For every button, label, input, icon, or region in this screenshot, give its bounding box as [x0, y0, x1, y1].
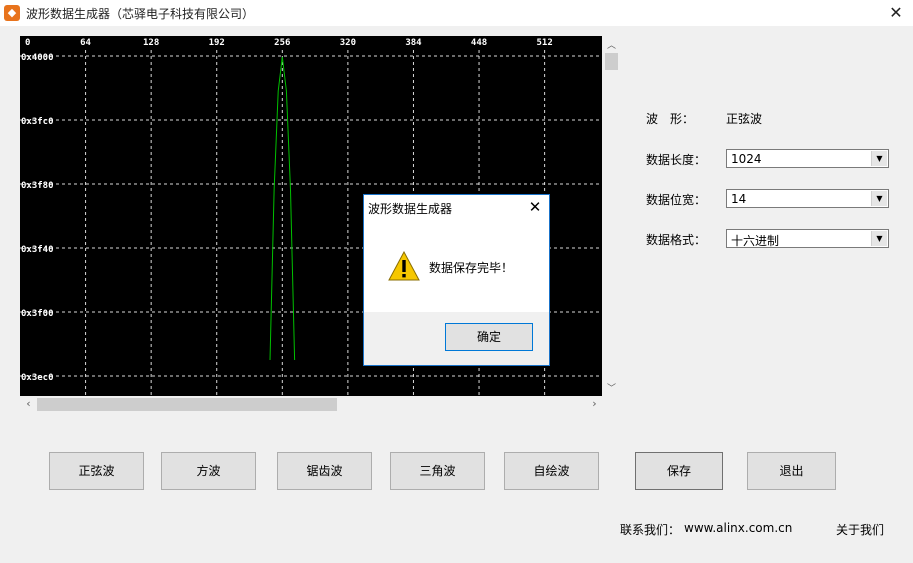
x-tick-label: 64	[80, 38, 91, 48]
scroll-left-icon[interactable]: ‹	[20, 397, 37, 410]
data-width-value: 14	[731, 192, 747, 206]
plot-vertical-scrollbar[interactable]: ︿ ﹀	[603, 36, 620, 396]
y-tick-label: 0x3f40	[21, 245, 54, 255]
sine-wave-button[interactable]: 正弦波	[49, 452, 144, 490]
data-length-value: 1024	[731, 152, 762, 166]
dialog-close-button[interactable]: ✕	[525, 197, 545, 217]
y-tick-label: 0x3f80	[21, 181, 54, 191]
chevron-down-icon[interactable]: ▼	[871, 151, 887, 166]
horizontal-scroll-thumb[interactable]	[37, 398, 337, 411]
wave-type-value: 正弦波	[726, 112, 763, 126]
scroll-up-icon[interactable]: ︿	[603, 38, 620, 51]
data-format-select[interactable]: 十六进制 ▼	[726, 229, 889, 248]
square-wave-button[interactable]: 方波	[161, 452, 256, 490]
data-width-label: 数据位宽：	[646, 193, 707, 207]
data-length-select[interactable]: 1024 ▼	[726, 149, 889, 168]
contact-url: www.alinx.com.cn	[684, 521, 793, 535]
save-complete-dialog: 波形数据生成器 ✕ 数据保存完毕！ 确定	[363, 194, 550, 366]
plot-horizontal-scrollbar[interactable]: ‹ ›	[20, 396, 603, 413]
data-width-select[interactable]: 14 ▼	[726, 189, 889, 208]
x-tick-label: 448	[471, 38, 487, 48]
dialog-ok-button[interactable]: 确定	[445, 323, 533, 351]
chevron-down-icon[interactable]: ▼	[871, 231, 887, 246]
window-title: 波形数据生成器（芯驿电子科技有限公司）	[26, 7, 255, 21]
window-close-button[interactable]: ✕	[885, 3, 907, 23]
vertical-scroll-thumb[interactable]	[605, 53, 618, 70]
x-tick-label: 192	[209, 38, 225, 48]
wave-type-label: 波 形：	[646, 112, 695, 126]
dialog-message: 数据保存完毕！	[429, 261, 514, 275]
x-tick-label: 128	[143, 38, 159, 48]
x-tick-label: 384	[405, 38, 422, 48]
sawtooth-wave-button[interactable]: 锯齿波	[277, 452, 372, 490]
y-tick-label: 0x3fc0	[21, 117, 54, 127]
y-tick-label: 0x4000	[21, 53, 54, 63]
chevron-down-icon[interactable]: ▼	[871, 191, 887, 206]
warning-icon	[388, 251, 420, 281]
scroll-down-icon[interactable]: ﹀	[603, 381, 620, 394]
x-tick-label: 512	[536, 38, 552, 48]
x-tick-label: 320	[340, 38, 356, 48]
x-tick-label: 0	[25, 38, 30, 48]
x-tick-label: 256	[274, 38, 290, 48]
contact-label: 联系我们：	[620, 523, 681, 537]
wave-app-icon: ◆	[4, 5, 20, 21]
dialog-title: 波形数据生成器	[368, 202, 453, 216]
scroll-right-icon[interactable]: ›	[586, 397, 603, 410]
triangle-wave-button[interactable]: 三角波	[390, 452, 485, 490]
title-bar: ◆ 波形数据生成器（芯驿电子科技有限公司） ✕	[0, 0, 913, 26]
custom-wave-button[interactable]: 自绘波	[504, 452, 599, 490]
y-tick-label: 0x3f00	[21, 309, 54, 319]
data-format-value: 十六进制	[731, 234, 780, 248]
save-button[interactable]: 保存	[635, 452, 723, 490]
about-link[interactable]: 关于我们	[836, 521, 884, 538]
dialog-footer: 确定	[364, 312, 549, 365]
y-tick-label: 0x3ec0	[21, 373, 54, 383]
data-format-label: 数据格式：	[646, 233, 707, 247]
data-length-label: 数据长度：	[646, 153, 707, 167]
exit-button[interactable]: 退出	[747, 452, 836, 490]
